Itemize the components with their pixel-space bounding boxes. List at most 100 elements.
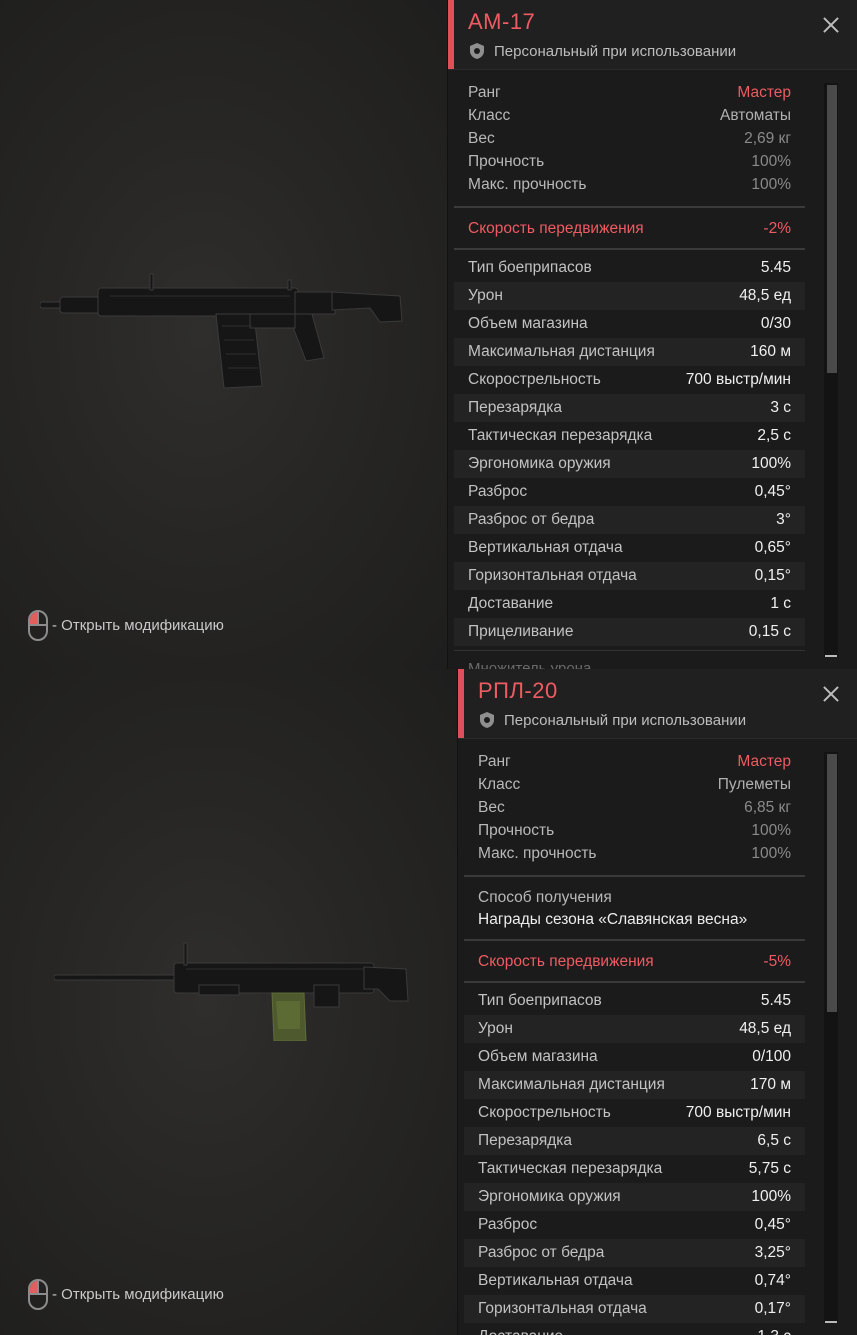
acquisition-section: Способ получения Награды сезона «Славянс…	[464, 877, 805, 941]
stat-label: Тип боеприпасов	[468, 259, 592, 276]
stat-value: 170 м	[750, 1076, 791, 1093]
stat-value: 0,15°	[754, 567, 791, 584]
stat-row: Объем магазина 0/100	[464, 1043, 805, 1071]
stat-label: Разброс от бедра	[478, 1244, 605, 1261]
info-row-durability: Прочность 100%	[468, 150, 791, 173]
stat-row: Вертикальная отдача 0,74°	[464, 1267, 805, 1295]
stat-value: 0,15 с	[748, 623, 791, 640]
stat-value: 700 выстр/мин	[685, 1104, 791, 1121]
info-label: Вес	[468, 130, 495, 147]
stat-row: Тип боеприпасов 5.45	[464, 987, 805, 1015]
info-label: Прочность	[468, 153, 545, 170]
close-icon[interactable]	[823, 686, 839, 702]
stat-label: Перезарядка	[468, 399, 563, 416]
stat-value: 0,17°	[754, 1300, 791, 1317]
stat-value: 48,5 ед	[739, 1020, 791, 1037]
mouse-left-click-icon	[28, 610, 48, 641]
stat-label: Разброс от бедра	[468, 511, 595, 528]
stats-body[interactable]: Ранг Мастер Класс Автоматы Вес 2,69 кг Проч…	[454, 71, 805, 669]
stat-label: Разброс	[478, 1216, 538, 1233]
scrollbar[interactable]	[805, 71, 857, 669]
stat-value: 5.45	[760, 259, 791, 276]
weapon-preview[interactable]: - Открыть модификацию	[0, 0, 448, 669]
open-modification-hint: - Открыть модификацию	[28, 1279, 224, 1310]
movement-speed-row: Скорость передвижения -2%	[454, 208, 805, 250]
accent-bar	[458, 669, 464, 738]
info-value: 100%	[751, 153, 791, 170]
stat-row: Разброс 0,45°	[454, 478, 805, 506]
stat-label: Эргономика оружия	[468, 455, 611, 472]
stat-row: Тип боеприпасов 5.45	[454, 254, 805, 282]
acquisition-value: Награды сезона «Славянская весна»	[478, 911, 748, 928]
stat-row: Перезарядка 3 с	[454, 394, 805, 422]
stat-label: Горизонтальная отдача	[478, 1300, 647, 1317]
stat-label: Горизонтальная отдача	[468, 567, 637, 584]
info-label: Вес	[478, 799, 505, 816]
stat-row: Горизонтальная отдача 0,15°	[454, 562, 805, 590]
scroll-thumb[interactable]	[827, 754, 837, 1012]
hint-label: - Открыть модификацию	[52, 1286, 224, 1303]
stat-value: 0/100	[752, 1048, 791, 1065]
stat-label: Перезарядка	[478, 1132, 573, 1149]
stat-row: Разброс от бедра 3,25°	[464, 1239, 805, 1267]
stat-value: 48,5 ед	[739, 287, 791, 304]
stat-row: Тактическая перезарядка 5,75 с	[464, 1155, 805, 1183]
acquisition-label: Способ получения	[478, 889, 612, 906]
weapon-preview[interactable]: - Открыть модификацию	[0, 669, 458, 1335]
stat-label: Максимальная дистанция	[468, 343, 655, 360]
stat-label: Тип боеприпасов	[478, 992, 602, 1009]
scroll-end-marker	[825, 1321, 837, 1323]
info-row-class: Класс Пулеметы	[478, 773, 791, 796]
shield-icon	[470, 43, 484, 59]
mouse-left-click-icon	[28, 1279, 48, 1310]
info-section: Ранг Мастер Класс Автоматы Вес 2,69 кг Проч…	[454, 71, 805, 208]
stat-row: Максимальная дистанция 170 м	[464, 1071, 805, 1099]
stat-value: 100%	[751, 1188, 791, 1205]
stat-label: Вертикальная отдача	[478, 1272, 633, 1289]
info-value: Мастер	[737, 753, 791, 770]
stat-label: Урон	[478, 1020, 513, 1037]
movement-speed-row: Скорость передвижения -5%	[464, 941, 805, 983]
stats-body[interactable]: Ранг Мастер Класс Пулеметы Вес 6,85 кг Проч…	[464, 740, 805, 1335]
weapon-image-am17	[40, 273, 403, 389]
stat-row: Перезарядка 6,5 с	[464, 1127, 805, 1155]
stat-row: Эргономика оружия 100%	[464, 1183, 805, 1211]
stat-row: Доставание 1 с	[454, 590, 805, 618]
stat-value: 0,65°	[754, 539, 791, 556]
stat-label: Доставание	[468, 595, 554, 612]
stat-row: Скорострельность 700 выстр/мин	[464, 1099, 805, 1127]
speed-label: Скорость передвижения	[468, 220, 644, 237]
info-row-weight: Вес 2,69 кг	[468, 127, 791, 150]
info-value: 2,69 кг	[744, 130, 791, 147]
stat-value: 0,74°	[754, 1272, 791, 1289]
stat-label: Эргономика оружия	[478, 1188, 621, 1205]
scrollbar[interactable]	[805, 740, 857, 1335]
stat-row: Эргономика оружия 100%	[454, 450, 805, 478]
divider	[454, 650, 805, 651]
stat-row: Разброс от бедра 3°	[454, 506, 805, 534]
stat-value: 3 с	[770, 399, 791, 416]
panel-header: РПЛ-20 Персональный при использовании	[458, 669, 857, 739]
stat-row: Тактическая перезарядка 2,5 с	[454, 422, 805, 450]
cutoff-stat-label: Множитель урона	[468, 660, 592, 669]
stat-label: Объем магазина	[468, 315, 588, 332]
info-value: 100%	[751, 176, 791, 193]
stat-value: 3,25°	[754, 1244, 791, 1261]
weapon-image-rpl20	[54, 942, 409, 1041]
weapon-card-am17: - Открыть модификацию АМ-17 Персональный…	[0, 0, 857, 669]
stat-value: 1 с	[770, 595, 791, 612]
stats-list: Тип боеприпасов 5.45 Урон 48,5 ед Объем ма…	[464, 983, 805, 1335]
info-label: Класс	[468, 107, 511, 124]
close-icon[interactable]	[823, 17, 839, 33]
info-label: Класс	[478, 776, 521, 793]
info-row-max-durability: Макс. прочность 100%	[468, 173, 791, 196]
shield-icon	[480, 712, 494, 728]
stat-row: Разброс 0,45°	[464, 1211, 805, 1239]
stat-value: 2,5 с	[757, 427, 791, 444]
stat-label: Разброс	[468, 483, 528, 500]
stat-value: 160 м	[750, 343, 791, 360]
stat-label: Прицеливание	[468, 623, 574, 640]
scroll-thumb[interactable]	[827, 85, 837, 373]
accent-bar	[448, 0, 454, 69]
stat-value: 0,45°	[754, 483, 791, 500]
